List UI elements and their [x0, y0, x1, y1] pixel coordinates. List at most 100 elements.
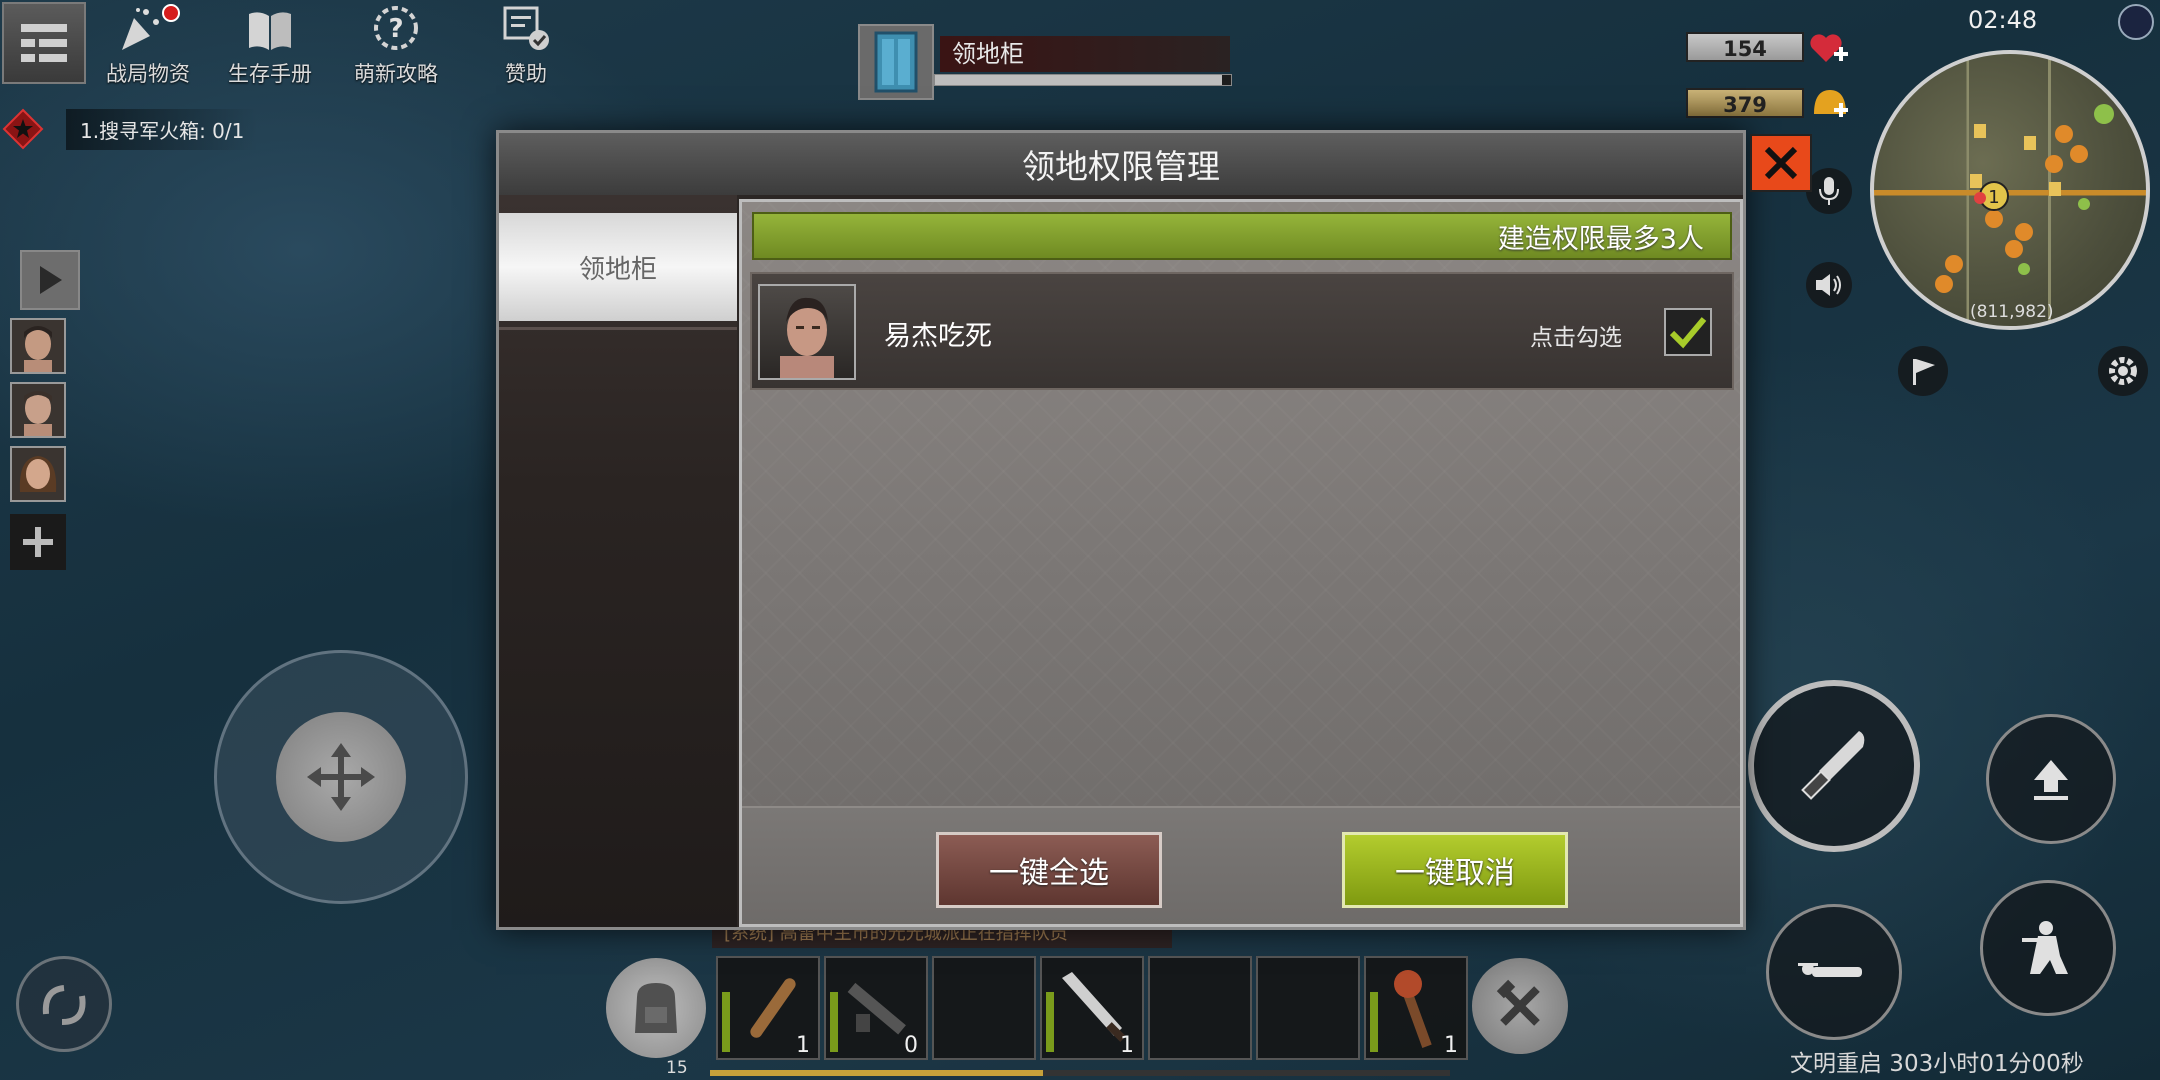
speaker-icon	[1816, 274, 1841, 296]
battle-supplies-button[interactable]: 战局物资	[88, 0, 208, 90]
heart-plus-icon[interactable]	[1808, 30, 1850, 66]
craft-button[interactable]	[1472, 958, 1568, 1054]
close-dialog-button[interactable]	[1750, 134, 1812, 192]
backpack-icon	[635, 983, 677, 1033]
svg-text:?: ?	[388, 14, 403, 44]
flag-button[interactable]	[1898, 346, 1948, 396]
member-name: 易杰吃死	[884, 321, 992, 352]
move-arrows-icon	[307, 743, 375, 811]
tab-territory-cabinet[interactable]: 领地柜	[499, 213, 737, 321]
plus-icon	[23, 527, 53, 557]
speaker-button[interactable]	[1806, 262, 1852, 308]
joystick-knob[interactable]	[276, 712, 406, 842]
durability-bar	[1370, 992, 1378, 1052]
crouch-button[interactable]	[1980, 880, 2116, 1016]
item-count: 1	[1444, 1033, 1458, 1058]
newbie-guide-button[interactable]: ? 萌新攻略	[336, 0, 456, 90]
mic-button[interactable]	[1806, 168, 1852, 214]
confetti-icon	[122, 8, 159, 50]
quest-tracker[interactable]: 1.搜寻军火箱: 0/1	[2, 108, 259, 150]
select-all-label: 一键全选	[989, 856, 1109, 891]
cabinet-icon	[874, 31, 918, 93]
durability-bar	[1046, 992, 1054, 1052]
hotbar-slot-empty[interactable]	[1256, 956, 1360, 1060]
player-level: 15	[666, 1058, 688, 1078]
hotbar-slot-empty[interactable]	[932, 956, 1036, 1060]
rotate-icon	[42, 985, 86, 1025]
target-health-bar	[934, 74, 1232, 86]
survival-manual-button[interactable]: 生存手册	[210, 0, 330, 90]
member-list-panel: 建造权限最多3人 易杰吃死 点击勾选 一键全选 一键取消	[739, 199, 1743, 927]
tools-icon	[1496, 979, 1540, 1026]
build-permission-limit: 建造权限最多3人	[1497, 223, 1704, 255]
target-portrait	[858, 24, 934, 100]
prone-button[interactable]	[1766, 904, 1902, 1040]
restart-timer: 文明重启 303小时01分00秒	[1790, 1051, 2084, 1077]
target-name: 领地柜	[940, 36, 1230, 72]
target-health-fill	[935, 75, 1223, 85]
mic-icon	[1819, 177, 1839, 205]
prone-soldier-icon	[1798, 963, 1862, 977]
hotbar-slot[interactable]: 0	[824, 956, 928, 1060]
gear-icon	[2109, 357, 2137, 385]
night-moon-icon	[2118, 4, 2154, 40]
camera-rotate-button[interactable]	[16, 956, 112, 1052]
expand-team-button[interactable]	[20, 250, 80, 310]
dialog-sidebar: 领地柜	[499, 195, 737, 927]
member-permission-checkbox[interactable]	[1664, 308, 1712, 356]
knife-icon	[1801, 731, 1865, 800]
jump-button[interactable]	[1986, 714, 2116, 844]
minimap-markers: 1	[1935, 104, 2114, 293]
select-all-button[interactable]: 一键全选	[936, 832, 1162, 908]
backpack-button[interactable]	[606, 958, 706, 1058]
item-count: 0	[904, 1033, 918, 1058]
menu-list-icon	[21, 24, 67, 62]
settings-button[interactable]	[2098, 346, 2148, 396]
notification-dot	[162, 4, 180, 22]
hotbar-slot[interactable]: 1	[1040, 956, 1144, 1060]
xp-bar	[710, 1070, 1450, 1076]
battle-supplies-label: 战局物资	[106, 62, 190, 86]
book-icon	[249, 12, 291, 50]
attack-button[interactable]	[1748, 680, 1920, 852]
item-count: 1	[796, 1033, 810, 1058]
sponsor-icon	[503, 6, 549, 50]
crouch-soldier-icon	[2022, 921, 2068, 974]
health-value: 154	[1686, 32, 1804, 62]
hotbar-slot-empty[interactable]	[1148, 956, 1252, 1060]
team-avatar[interactable]	[10, 446, 66, 502]
help-icon: ?	[374, 6, 418, 50]
member-row[interactable]: 易杰吃死 点击勾选	[750, 272, 1734, 390]
quest-text: 1.搜寻军火箱: 0/1	[66, 108, 259, 150]
hotbar-slot[interactable]: 1	[1364, 956, 1468, 1060]
item-count: 1	[1120, 1033, 1134, 1058]
team-avatar[interactable]	[10, 382, 66, 438]
cancel-all-button[interactable]: 一键取消	[1342, 832, 1568, 908]
territory-permission-dialog: 领地权限管理 领地柜 建造权限最多3人 易杰吃死 点击勾选 一键全选 一键取消	[496, 130, 1746, 930]
flag-icon	[1913, 359, 1935, 385]
minimap-marker-number: 1	[1988, 187, 1999, 208]
minimap[interactable]: 1	[1870, 50, 2150, 330]
member-avatar	[758, 284, 856, 380]
jump-arrow-icon	[2034, 760, 2068, 800]
clock: 02:48	[1968, 6, 2038, 34]
add-teammate-button[interactable]	[10, 514, 66, 570]
sponsor-label: 赞助	[505, 62, 547, 86]
tab-territory-cabinet-label: 领地柜	[578, 254, 657, 285]
female-face-icon	[19, 456, 57, 492]
team-avatar[interactable]	[10, 318, 66, 374]
dialog-action-bar	[742, 806, 1740, 924]
sponsor-button[interactable]: 赞助	[466, 0, 586, 90]
hotbar-slot[interactable]: 1	[716, 956, 820, 1060]
quest-star-icon	[2, 108, 44, 150]
food-plus-icon[interactable]	[1808, 84, 1850, 124]
survival-manual-label: 生存手册	[228, 62, 312, 86]
food-value: 379	[1686, 88, 1804, 118]
male-face-icon	[24, 326, 52, 372]
xp-fill	[710, 1070, 1043, 1076]
durability-bar	[830, 992, 838, 1052]
male-portrait-icon	[780, 297, 834, 378]
newbie-guide-label: 萌新攻略	[354, 62, 438, 86]
main-menu-button[interactable]	[2, 2, 86, 84]
male-face-icon	[24, 391, 52, 436]
